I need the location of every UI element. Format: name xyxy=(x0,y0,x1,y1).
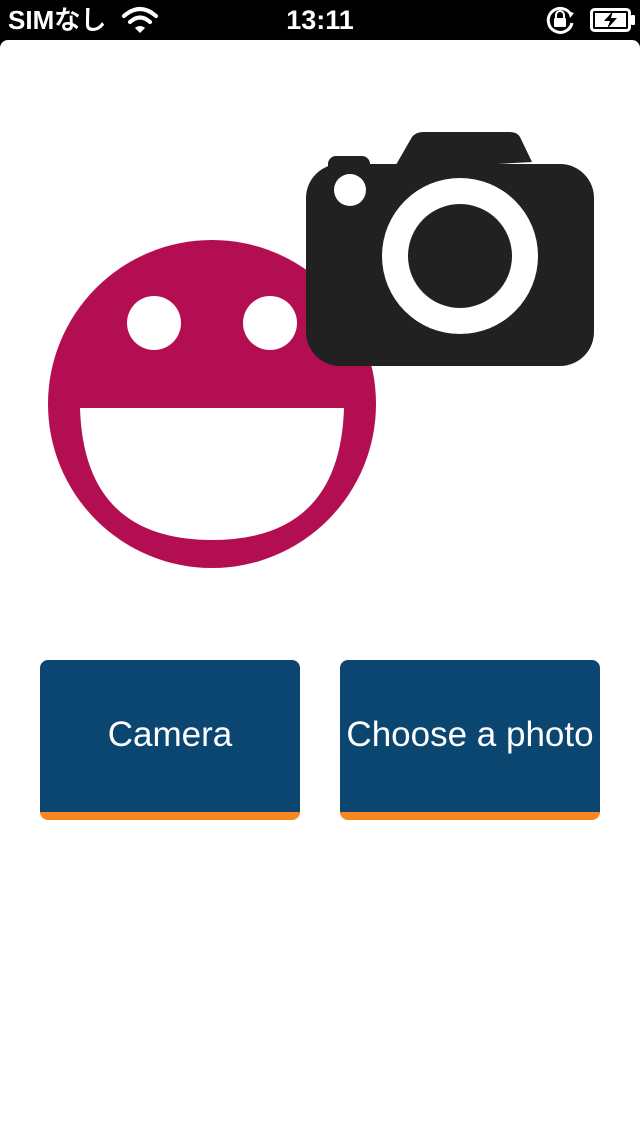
status-bar: SIMなし 13:11 xyxy=(0,0,640,40)
camera-button[interactable]: Camera xyxy=(40,660,300,820)
app-screen: Camera Choose a photo xyxy=(0,40,640,1136)
camera-icon xyxy=(306,132,594,366)
rotation-lock-icon xyxy=(546,6,574,34)
hero-illustration xyxy=(48,132,594,568)
choose-photo-button[interactable]: Choose a photo xyxy=(340,660,600,820)
battery-charging-icon xyxy=(590,8,635,32)
